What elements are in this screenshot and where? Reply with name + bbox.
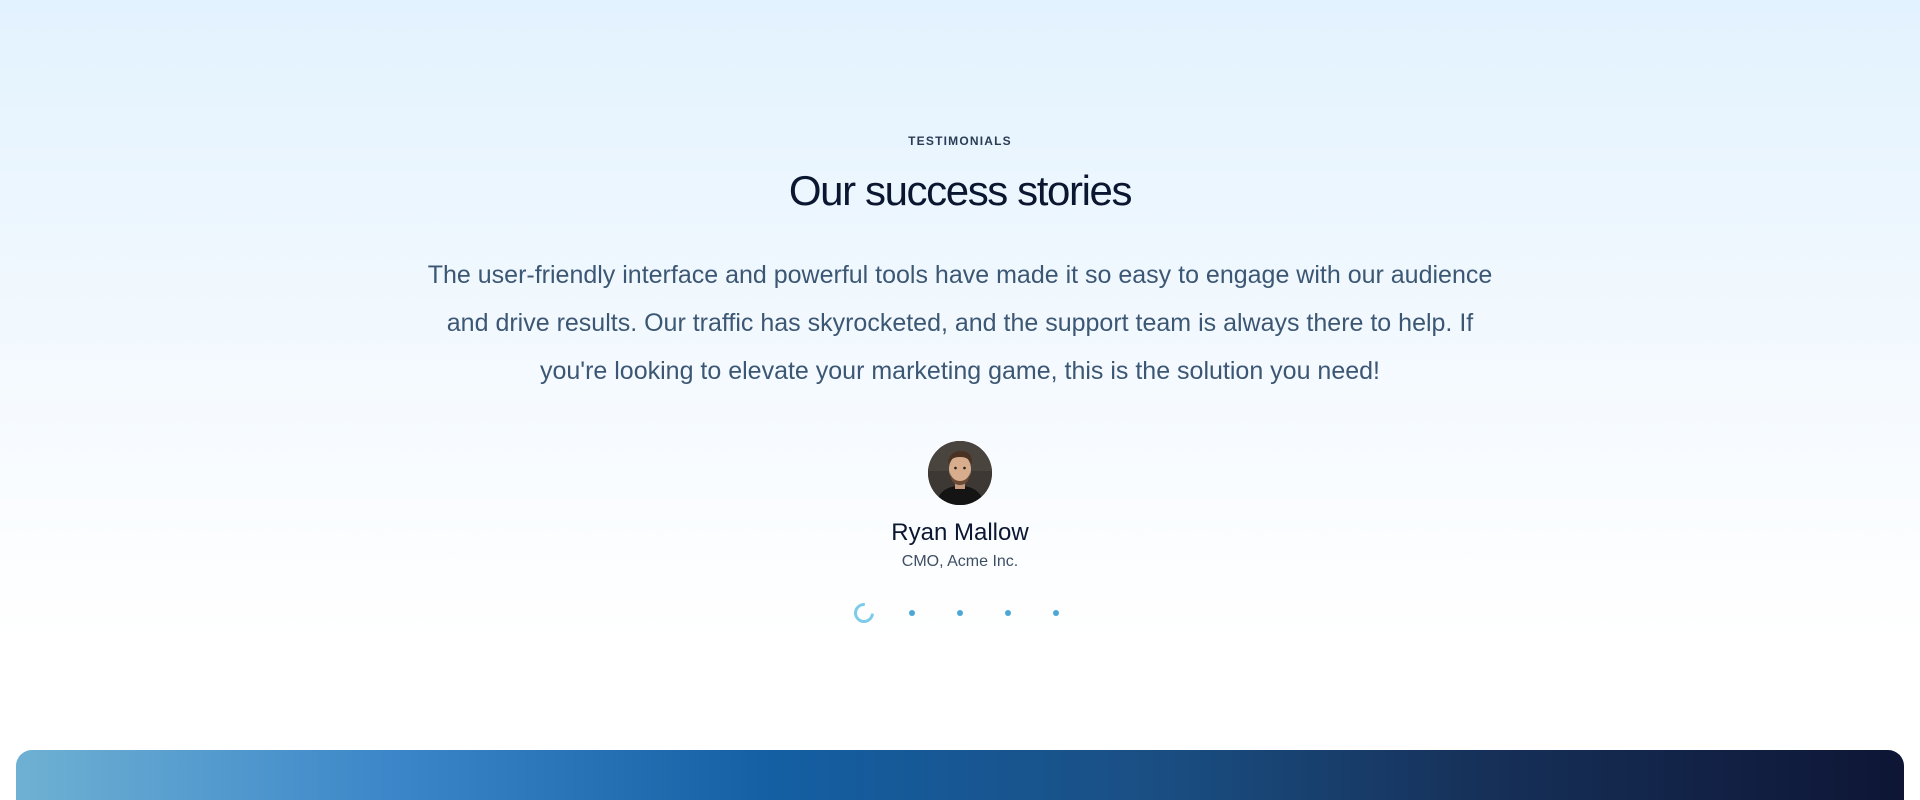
testimonial-pagination: [849, 598, 1068, 628]
pagination-dot-5[interactable]: [1044, 601, 1068, 625]
gradient-cta-banner: [16, 750, 1904, 800]
pagination-dot-1-active[interactable]: [849, 598, 879, 628]
testimonial-quote: The user-friendly interface and powerful…: [427, 261, 1493, 385]
dot-icon: [909, 610, 915, 616]
pagination-dot-2[interactable]: [900, 601, 924, 625]
section-title: Our success stories: [788, 167, 1133, 214]
dot-icon: [957, 610, 963, 616]
avatar-portrait-image: [928, 441, 992, 505]
pagination-dot-4[interactable]: [996, 601, 1020, 625]
dot-icon: [1053, 610, 1059, 616]
section-eyebrow: TESTIMONIALS: [908, 134, 1012, 148]
dot-icon: [1005, 610, 1011, 616]
pagination-dot-3[interactable]: [948, 601, 972, 625]
loading-ring-icon: [849, 598, 879, 628]
author-name: Ryan Mallow: [891, 519, 1029, 546]
author-role: CMO, Acme Inc.: [901, 553, 1019, 570]
author-avatar: [928, 441, 992, 505]
testimonials-section: TESTIMONIALS Our success stories The use…: [0, 0, 1920, 750]
